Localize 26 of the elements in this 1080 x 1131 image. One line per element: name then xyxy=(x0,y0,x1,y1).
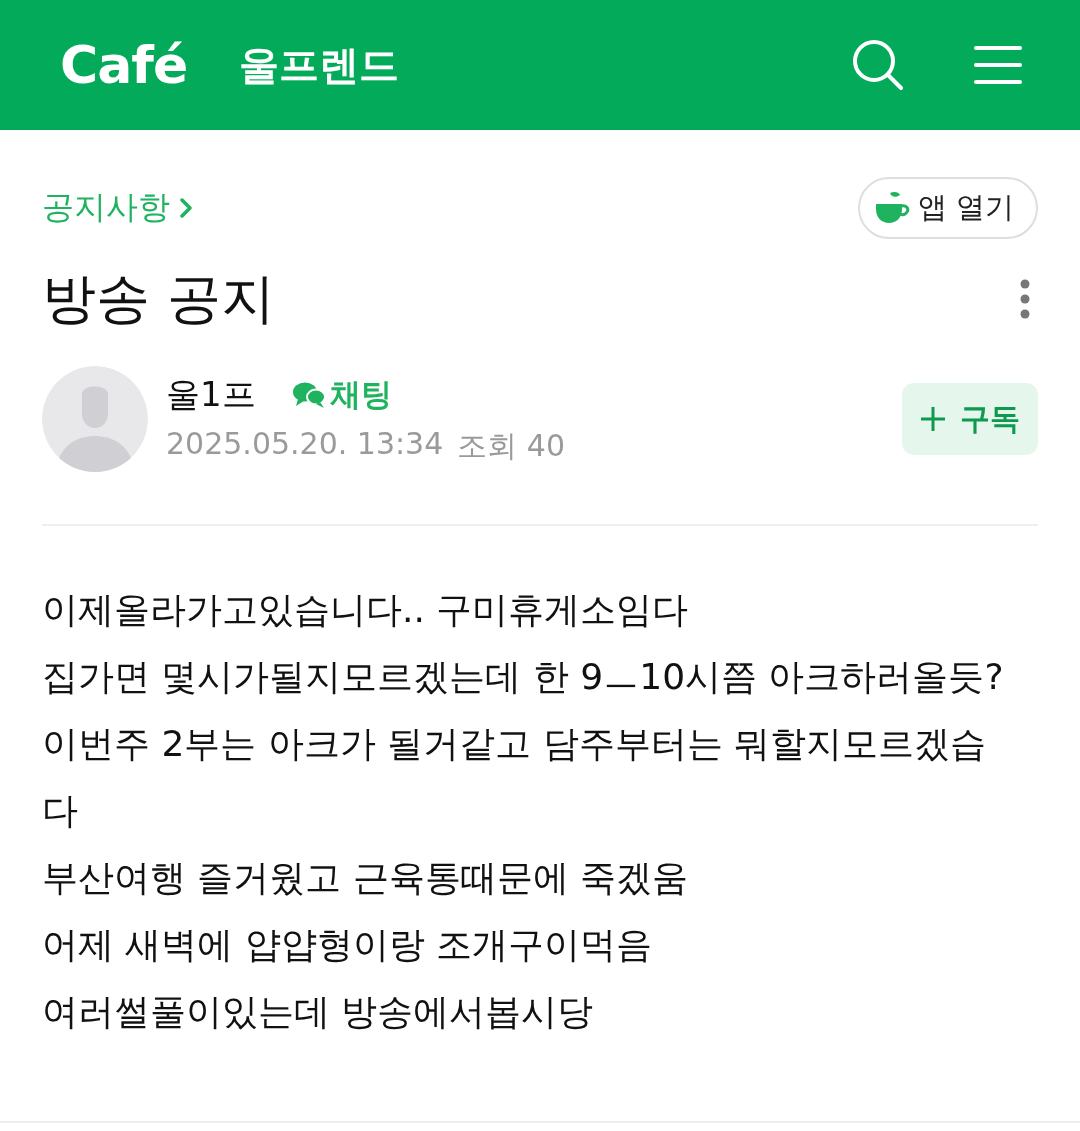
post-text-line: 어제 새벽에 얍얍형이랑 조개구이먹음 xyxy=(42,923,654,967)
post-title: 방송 공지 xyxy=(42,265,276,332)
subscribe-button[interactable]: 구독 xyxy=(902,383,1038,455)
more-button[interactable] xyxy=(1020,279,1030,319)
board-link[interactable]: 공지사항 xyxy=(42,186,192,230)
chevron-icon xyxy=(180,198,192,218)
chat-bubbles-icon xyxy=(291,380,326,409)
cup-icon xyxy=(873,191,910,225)
post-text-line: 여러썰풀이있는데 방송에서봅시당 xyxy=(42,990,595,1034)
open-app-button[interactable]: 앱 열기 xyxy=(857,177,1038,239)
post-date: 2025.05.20. 13:34 xyxy=(166,425,444,463)
search-icon[interactable] xyxy=(852,39,904,91)
post-text-line: 부산여행 즐거웠고 근육통때문에 죽겠움 xyxy=(42,856,690,900)
view-count: 조회 40 xyxy=(457,426,565,465)
post-text-line: 다 xyxy=(42,789,79,833)
cafe-name[interactable]: 울프렌드 xyxy=(239,45,400,85)
plus-icon xyxy=(920,406,946,432)
menu-icon[interactable] xyxy=(974,46,1022,84)
cafe-logo[interactable]: Café xyxy=(60,39,188,91)
chat-link[interactable]: 채팅 xyxy=(291,373,392,416)
avatar-icon xyxy=(42,366,148,472)
post-text-line: 이번주 2부는 아크가 될거같고 담주부터는 뭐할지모르겠습 xyxy=(42,722,988,766)
post-text-line: 집가면 몇시가될지모르겠는데 한 9ㅡ10시쯤 아크하러올듯? xyxy=(42,655,1005,699)
author-name[interactable]: 울1프 xyxy=(166,371,256,418)
post-text-line: 이제올라가고있습니다.. 구미휴게소임다 xyxy=(42,588,690,632)
more-icon xyxy=(1020,279,1030,319)
